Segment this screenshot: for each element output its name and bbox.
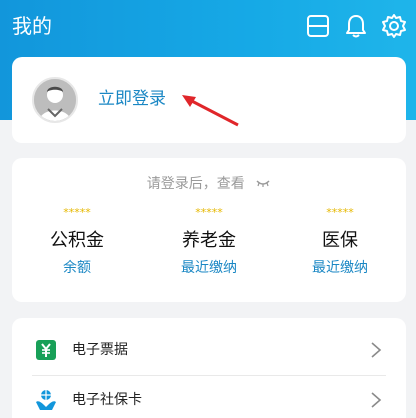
gear-icon[interactable]: [380, 12, 408, 40]
housing-fund-column[interactable]: ***** 公积金 余额: [17, 206, 137, 278]
pension-column[interactable]: ***** 养老金 最近缴纳: [149, 206, 269, 278]
top-bar: 我的: [0, 0, 416, 56]
chevron-right-icon: [371, 342, 382, 358]
scan-icon[interactable]: [304, 12, 332, 40]
pension-recent-link[interactable]: 最近缴纳: [149, 258, 269, 278]
masked-value: *****: [326, 206, 354, 219]
services-list-card: 电子票据 电子社保卡: [12, 318, 406, 418]
info-card: 请登录后，查看 ***** 公积金 余额 ***** 养老金 最近缴纳 ****…: [12, 158, 406, 302]
medical-insurance-column[interactable]: ***** 医保 最近缴纳: [280, 206, 400, 278]
list-item-social-security-card[interactable]: 电子社保卡: [12, 376, 406, 418]
masked-value: *****: [63, 206, 91, 219]
login-hint-text: 请登录后，查看: [146, 176, 245, 192]
list-item-label: 电子社保卡: [72, 392, 142, 408]
page-title: 我的: [12, 14, 52, 38]
list-item-e-receipt[interactable]: 电子票据: [12, 326, 406, 374]
housing-fund-title: 公积金: [50, 230, 104, 251]
medical-insurance-title: 医保: [322, 230, 358, 251]
chevron-right-icon: [371, 392, 382, 408]
pension-title: 养老金: [182, 230, 236, 251]
eye-closed-icon[interactable]: [255, 174, 271, 194]
login-card: 立即登录: [12, 57, 406, 143]
housing-fund-balance-link[interactable]: 余额: [17, 258, 137, 278]
list-item-label: 电子票据: [72, 342, 128, 358]
receipt-yuan-icon: [34, 338, 58, 362]
avatar-icon[interactable]: [32, 77, 78, 123]
red-arrow-icon: [182, 95, 239, 127]
login-hint: 请登录后，查看: [12, 174, 406, 194]
social-security-card-icon: [34, 388, 58, 412]
masked-value: *****: [195, 206, 223, 219]
bell-icon[interactable]: [342, 12, 370, 40]
login-link[interactable]: 立即登录: [98, 87, 166, 111]
medical-insurance-recent-link[interactable]: 最近缴纳: [280, 258, 400, 278]
